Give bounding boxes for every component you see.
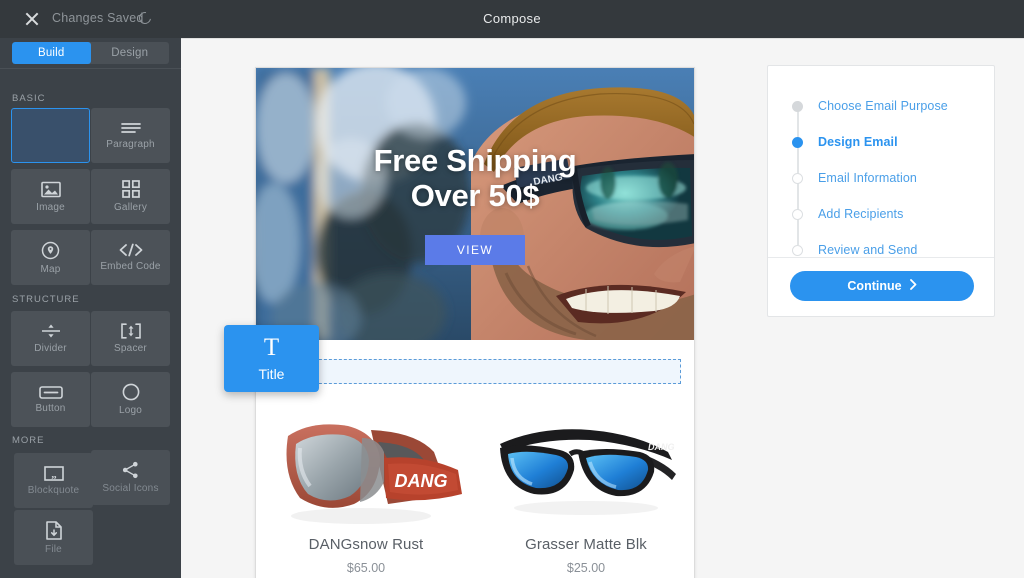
drag-ghost-label: Title bbox=[258, 366, 285, 382]
step-label: Add Recipients bbox=[818, 207, 904, 221]
tab-design[interactable]: Design bbox=[91, 42, 170, 64]
share-nodes-icon bbox=[121, 461, 140, 479]
product-price: $65.00 bbox=[346, 561, 386, 575]
spacer-icon bbox=[120, 323, 142, 339]
section-heading-more: MORE bbox=[12, 435, 45, 446]
title-T-icon: T bbox=[263, 334, 280, 361]
sidebar-tile-label: Embed Code bbox=[100, 261, 161, 272]
step-dot-upcoming bbox=[792, 244, 803, 256]
sidebar-tile-label: File bbox=[45, 543, 62, 555]
image-icon bbox=[40, 181, 61, 198]
gallery-grid-icon bbox=[121, 180, 140, 198]
paragraph-lines-icon bbox=[120, 121, 142, 135]
blockquote-icon: „ bbox=[43, 465, 64, 481]
steps-panel: Choose Email Purpose Design Email Email … bbox=[767, 65, 995, 317]
continue-button[interactable]: Continue bbox=[790, 271, 974, 301]
page-title: Compose bbox=[483, 11, 541, 26]
step-label: Email Information bbox=[818, 171, 917, 185]
file-download-icon bbox=[45, 520, 62, 540]
product-name: Grasser Matte Blk bbox=[525, 536, 647, 553]
sidebar-tile-image[interactable]: Image bbox=[11, 169, 90, 224]
sidebar-tile-blockquote[interactable]: „ Blockquote bbox=[14, 453, 93, 508]
sidebar-tile-title-placeholder[interactable] bbox=[11, 108, 90, 163]
left-sidebar: Build Design BASIC Paragraph Image Galle… bbox=[0, 38, 181, 578]
step-label: Design Email bbox=[818, 135, 898, 149]
sidebar-tile-map[interactable]: Map bbox=[11, 230, 90, 285]
hero-block[interactable]: DANG Free Shipping Over 50$ VIEW bbox=[256, 68, 694, 340]
sidebar-tile-divider[interactable]: Divider bbox=[11, 311, 90, 366]
step-dot-upcoming bbox=[792, 172, 803, 184]
tab-build[interactable]: Build bbox=[12, 42, 91, 64]
code-brackets-icon bbox=[118, 243, 144, 257]
step-label: Review and Send bbox=[818, 243, 918, 257]
hero-overlay: Free Shipping Over 50$ VIEW bbox=[256, 68, 694, 340]
sidebar-tile-label: Gallery bbox=[113, 202, 148, 213]
sidebar-tile-label: Image bbox=[36, 201, 65, 213]
sidebar-tile-label: Logo bbox=[118, 405, 143, 416]
svg-text:„: „ bbox=[51, 468, 57, 480]
sidebar-tile-gallery[interactable]: Gallery bbox=[91, 169, 170, 224]
sidebar-tile-label: Map bbox=[40, 263, 61, 275]
compose-screen: Changes Saved Compose Build Design BASIC… bbox=[0, 0, 1024, 578]
title-drop-zone[interactable] bbox=[284, 359, 681, 384]
continue-button-label: Continue bbox=[847, 279, 902, 293]
sidebar-tile-label: Divider bbox=[34, 343, 67, 354]
product-grid: DANG DANGsnow Rust $65.00 DANG Grasser M… bbox=[256, 408, 694, 575]
product-price: $25.00 bbox=[566, 561, 606, 575]
hero-view-button[interactable]: VIEW bbox=[425, 235, 525, 266]
sidebar-tile-label: Social Icons bbox=[102, 483, 159, 494]
panel-divider bbox=[768, 257, 994, 258]
sidebar-tile-logo[interactable]: Logo bbox=[91, 372, 170, 427]
sidebar-tile-label: Paragraph bbox=[106, 139, 155, 150]
step-dot-done bbox=[792, 100, 803, 112]
drag-ghost-title-tile[interactable]: T Title bbox=[224, 325, 319, 392]
step-email-information[interactable]: Email Information bbox=[768, 160, 994, 196]
sidebar-tile-social-icons[interactable]: Social Icons bbox=[91, 450, 170, 505]
step-label: Choose Email Purpose bbox=[818, 99, 948, 113]
email-preview: DANG Free Shipping Over 50$ VIEW DANG DA… bbox=[255, 67, 695, 578]
button-icon bbox=[38, 385, 63, 399]
svg-text:DANG: DANG bbox=[648, 442, 675, 452]
sidebar-tile-label: Button bbox=[35, 402, 66, 414]
step-choose-email-purpose[interactable]: Choose Email Purpose bbox=[768, 88, 994, 124]
chevron-right-icon bbox=[909, 279, 917, 293]
sidebar-tile-label: Spacer bbox=[114, 343, 147, 354]
step-dot-upcoming bbox=[792, 208, 803, 220]
step-add-recipients[interactable]: Add Recipients bbox=[768, 196, 994, 232]
sidebar-tile-file[interactable]: File bbox=[14, 510, 93, 565]
product-card[interactable]: DANG Grasser Matte Blk $25.00 bbox=[476, 408, 694, 575]
svg-text:DANG: DANG bbox=[395, 471, 448, 491]
sidebar-tile-button[interactable]: Button bbox=[11, 372, 90, 427]
map-pin-icon bbox=[41, 241, 60, 260]
sidebar-tile-spacer[interactable]: Spacer bbox=[91, 311, 170, 366]
product-image-sunglasses: DANG bbox=[476, 408, 694, 528]
sidebar-tile-embed-code[interactable]: Embed Code bbox=[91, 230, 170, 285]
build-design-toggle: Build Design bbox=[0, 38, 181, 69]
step-dot-current bbox=[792, 136, 803, 148]
sidebar-tile-label: Blockquote bbox=[27, 484, 80, 496]
step-review-and-send[interactable]: Review and Send bbox=[768, 232, 994, 268]
hero-heading-line1: Free Shipping bbox=[373, 142, 577, 178]
product-image-goggles: DANG bbox=[256, 408, 476, 528]
top-bar: Changes Saved Compose bbox=[0, 0, 1024, 38]
hero-heading-line2: Over 50$ bbox=[410, 178, 540, 213]
logo-circle-icon bbox=[122, 383, 140, 401]
section-heading-basic: BASIC bbox=[12, 93, 46, 104]
product-card[interactable]: DANG DANGsnow Rust $65.00 bbox=[256, 408, 476, 575]
step-design-email[interactable]: Design Email bbox=[768, 124, 994, 160]
section-heading-structure: STRUCTURE bbox=[12, 294, 80, 305]
steps-list: Choose Email Purpose Design Email Email … bbox=[768, 66, 994, 286]
product-name: DANGsnow Rust bbox=[308, 536, 424, 553]
divider-icon bbox=[40, 323, 62, 339]
sidebar-tile-paragraph[interactable]: Paragraph bbox=[91, 108, 170, 163]
